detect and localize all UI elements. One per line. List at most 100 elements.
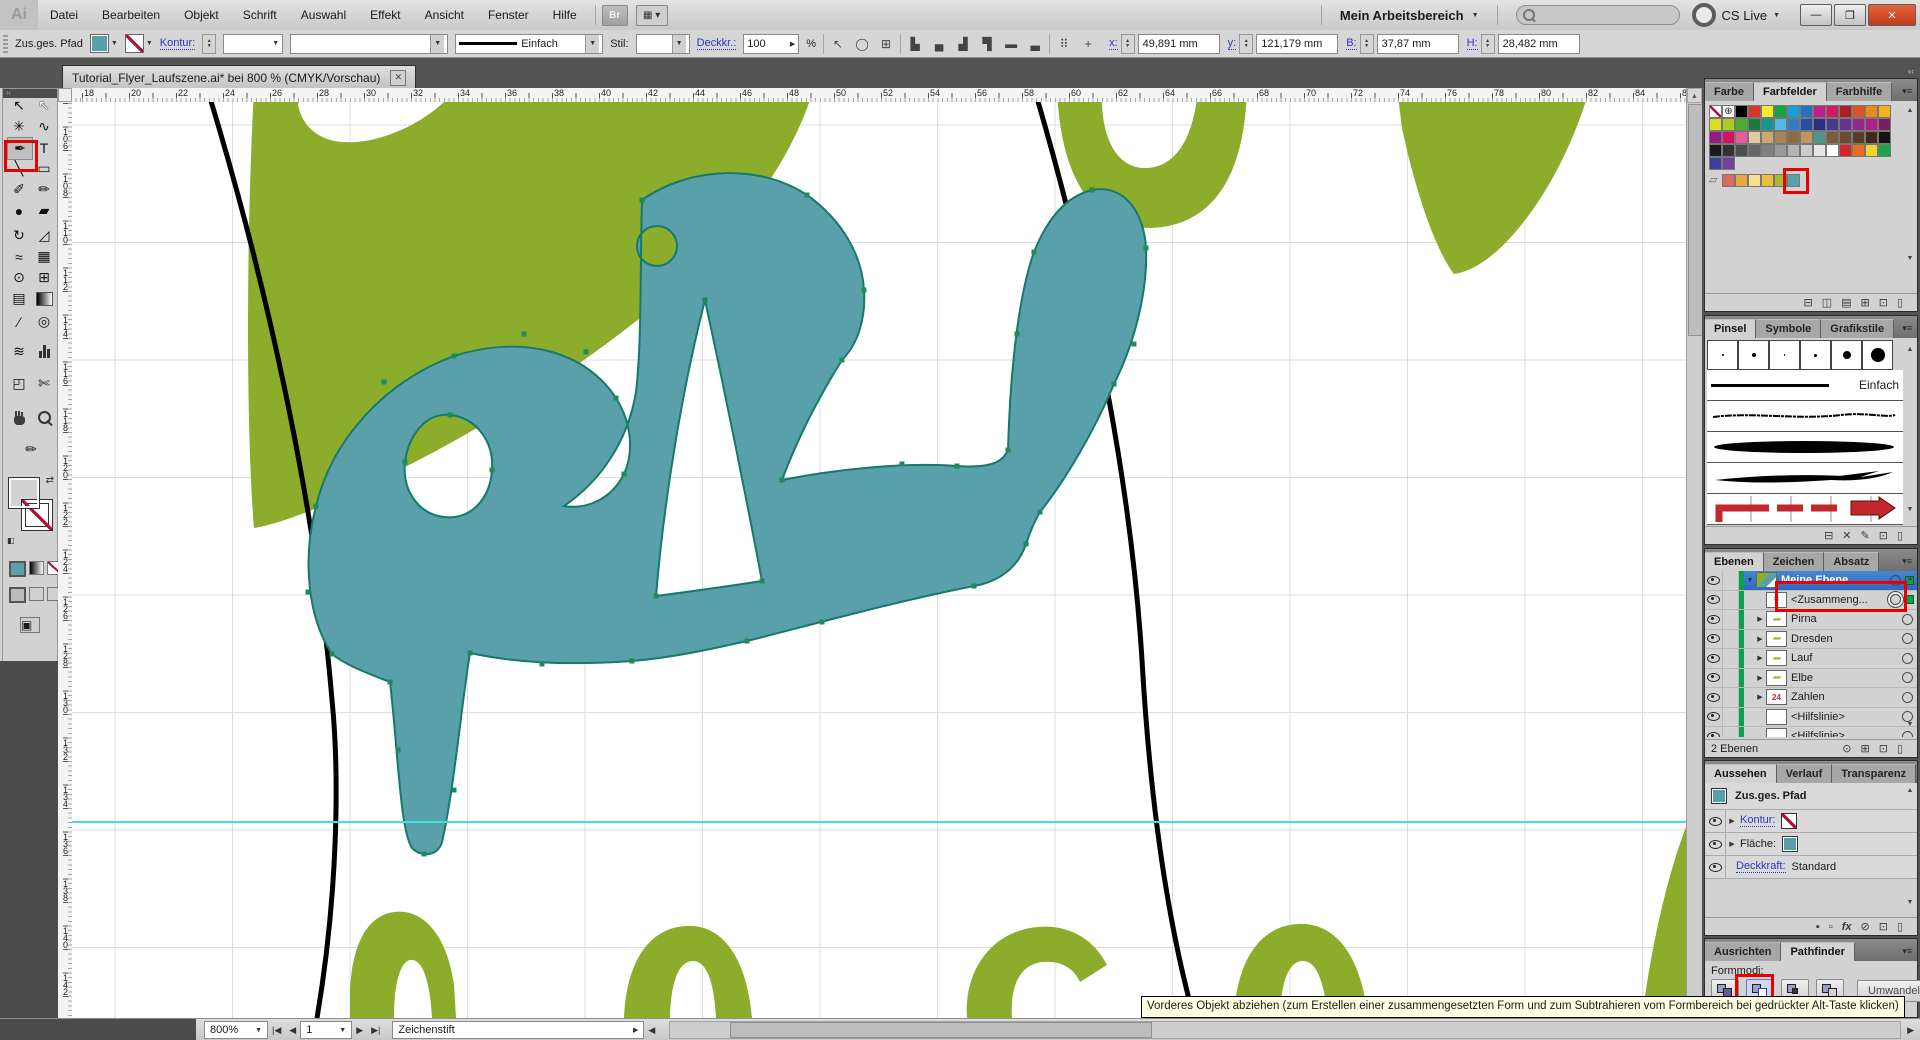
variable-width-profile-select[interactable]: Einfach ▼ xyxy=(455,34,603,54)
gradient-mode-button[interactable] xyxy=(29,561,44,575)
tab-farbfelder[interactable]: Farbfelder xyxy=(1754,82,1827,101)
swatch[interactable] xyxy=(1865,118,1878,131)
restore-icon[interactable]: ❐ xyxy=(1834,4,1866,26)
menu-objekt[interactable]: Objekt xyxy=(172,0,231,30)
tab-aussehen[interactable]: Aussehen xyxy=(1705,764,1777,783)
new-sublayer-icon[interactable]: ⊞ xyxy=(1861,742,1870,755)
scrollbar-thumb[interactable] xyxy=(730,1022,1152,1038)
swatch[interactable] xyxy=(1839,118,1852,131)
field-label[interactable]: y: xyxy=(1228,38,1237,50)
brush-item[interactable] xyxy=(1800,340,1831,370)
swatch[interactable] xyxy=(1787,131,1800,144)
swatch[interactable] xyxy=(1852,118,1865,131)
previous-page-icon[interactable]: ◀ xyxy=(289,1025,296,1036)
field-input[interactable]: 37,87 mm xyxy=(1377,34,1459,54)
clipping-mask-icon[interactable]: ⊙ xyxy=(1842,742,1851,755)
scroll-up-icon[interactable]: ▲ xyxy=(1904,787,1916,794)
scale-tool[interactable]: ◿ xyxy=(32,225,56,246)
swatch-options-icon[interactable]: ▤ xyxy=(1841,296,1851,309)
brush-item-arrow[interactable] xyxy=(1707,494,1903,525)
tab-ausrichten[interactable]: Ausrichten xyxy=(1705,942,1781,961)
scroll-right-icon[interactable]: ▶ xyxy=(1907,1025,1914,1036)
scroll-up-icon[interactable]: ▲ xyxy=(1904,575,1916,582)
target-circle-icon[interactable] xyxy=(1902,731,1913,737)
visibility-toggle[interactable] xyxy=(1705,630,1723,649)
expander-icon[interactable]: ▶ xyxy=(1754,615,1766,623)
swatch[interactable] xyxy=(1709,144,1722,157)
brush-definition-select[interactable]: ▼ xyxy=(290,34,448,54)
swatch[interactable] xyxy=(1839,105,1852,118)
scroll-down-icon[interactable]: ▼ xyxy=(1904,506,1916,513)
field-input[interactable]: 121,179 mm xyxy=(1256,34,1338,54)
swatch[interactable]: ▱ xyxy=(1709,174,1722,187)
swatch[interactable] xyxy=(1774,174,1787,187)
document-tab[interactable]: Tutorial_Flyer_Laufszene.ai* bei 800 % (… xyxy=(62,65,416,89)
menu-hilfe[interactable]: Hilfe xyxy=(541,0,589,30)
swatch[interactable] xyxy=(1787,118,1800,131)
fill-swatch[interactable] xyxy=(1782,836,1798,852)
new-brush-icon[interactable]: ⊡ xyxy=(1879,529,1888,542)
lock-toggle[interactable] xyxy=(1723,669,1739,688)
swatch[interactable] xyxy=(1774,118,1787,131)
stroke-weight-select[interactable]: ▼ xyxy=(223,34,283,54)
lock-toggle[interactable] xyxy=(1723,591,1739,610)
swatch[interactable] xyxy=(1761,144,1774,157)
blend-tool[interactable]: ◎ xyxy=(32,311,56,332)
swatch[interactable] xyxy=(1813,105,1826,118)
zoom-tool[interactable] xyxy=(32,407,56,428)
close-icon[interactable]: ✕ xyxy=(390,70,406,86)
default-fill-stroke-icon[interactable]: ◧ xyxy=(7,536,15,545)
pencil-detail-tool[interactable]: ✏ xyxy=(19,439,43,460)
swatch[interactable] xyxy=(1787,174,1800,187)
fill-color-swatch[interactable] xyxy=(90,34,109,53)
zoom-level-select[interactable]: 800% ▼ xyxy=(204,1021,268,1039)
swatch[interactable] xyxy=(1787,144,1800,157)
panel-menu-icon[interactable]: ▾≡ xyxy=(1916,768,1920,783)
graphic-style-select[interactable]: ▼ xyxy=(636,34,690,54)
swatch[interactable] xyxy=(1878,118,1891,131)
swap-fill-stroke-icon[interactable]: ⇄ xyxy=(46,475,54,486)
swatch[interactable] xyxy=(1852,105,1865,118)
tab-verlauf[interactable]: Verlauf xyxy=(1777,764,1833,783)
scroll-down-icon[interactable]: ▼ xyxy=(1904,721,1916,728)
brush-item-taper[interactable] xyxy=(1707,432,1903,463)
panel-menu-icon[interactable]: ▾≡ xyxy=(1897,86,1917,101)
expander-icon[interactable]: ▶ xyxy=(1754,674,1766,682)
stroke-weight-stepper[interactable]: ▲▼ xyxy=(202,34,216,54)
type-tool[interactable]: T xyxy=(32,137,56,158)
lasso-tool[interactable]: ∿ xyxy=(32,116,56,137)
align-top-icon[interactable]: ▜ xyxy=(977,37,997,51)
swatch[interactable] xyxy=(1735,118,1748,131)
visibility-toggle[interactable] xyxy=(1705,727,1723,737)
swatch[interactable] xyxy=(1826,144,1839,157)
paintbrush-tool[interactable]: ✐ xyxy=(7,179,31,200)
stroke-color-swatch[interactable] xyxy=(125,34,144,53)
transform-icon[interactable]: ⠿ xyxy=(1054,37,1074,51)
eyedropper-tool[interactable]: ∕ xyxy=(7,311,31,332)
target-circle-icon[interactable] xyxy=(1902,614,1913,625)
fill-indicator[interactable] xyxy=(8,477,40,509)
vertical-scrollbar[interactable]: ▲ ▼ xyxy=(1686,88,1702,1018)
scroll-left-icon[interactable]: ◀ xyxy=(648,1025,655,1036)
swatch[interactable] xyxy=(1709,105,1722,118)
scroll-up-icon[interactable]: ▲ xyxy=(1687,88,1702,103)
magic-wand-tool[interactable]: ✳ xyxy=(7,116,31,137)
collapse-dock-icon[interactable]: ‹‹ xyxy=(1702,66,1920,77)
search-input[interactable] xyxy=(1516,5,1680,25)
expander-icon[interactable]: ▼ xyxy=(1744,577,1756,584)
chevron-down-icon[interactable]: ▼ xyxy=(111,40,118,47)
tab-pinsel[interactable]: Pinsel xyxy=(1705,319,1756,338)
swatch[interactable] xyxy=(1852,131,1865,144)
screen-mode-button[interactable]: ▣ xyxy=(20,617,40,633)
column-graph-tool[interactable] xyxy=(32,341,56,362)
swatch[interactable] xyxy=(1709,118,1722,131)
field-stepper[interactable]: ▲▼ xyxy=(1360,34,1374,54)
opacity-link[interactable]: Deckkr.: xyxy=(697,38,737,50)
scroll-up-icon[interactable]: ▲ xyxy=(1904,346,1916,353)
visibility-toggle[interactable] xyxy=(1705,708,1723,727)
field-input[interactable]: 28,482 mm xyxy=(1498,34,1580,54)
tab-transparenz[interactable]: Transparenz xyxy=(1832,764,1916,783)
swatch[interactable] xyxy=(1748,144,1761,157)
scroll-up-icon[interactable]: ▲ xyxy=(1904,107,1916,114)
delete-layer-icon[interactable]: ▯ xyxy=(1897,742,1903,755)
